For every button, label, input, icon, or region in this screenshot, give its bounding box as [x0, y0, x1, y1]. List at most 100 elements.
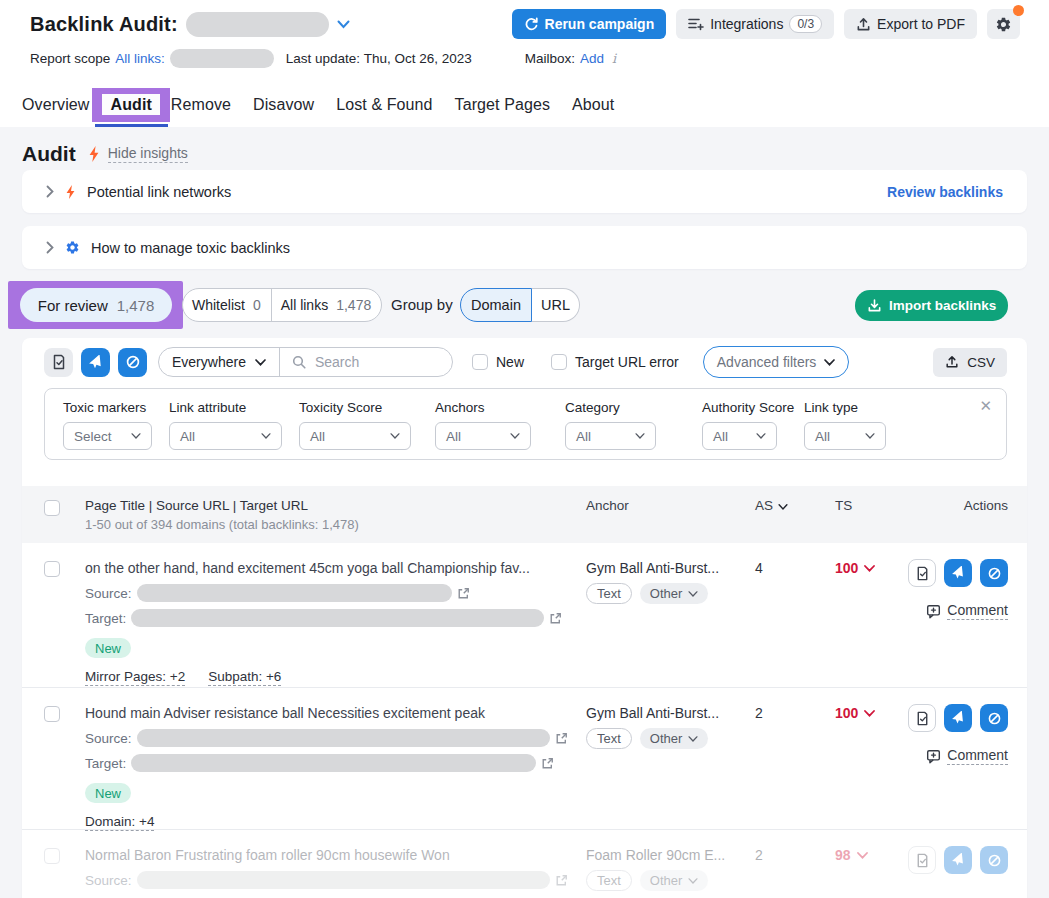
mailbox-label: Mailbox: [525, 51, 575, 66]
export-to-pdf-button[interactable]: Export to PDF [844, 9, 977, 39]
external-link-icon[interactable] [541, 757, 554, 770]
mailbox-add-link[interactable]: Add [580, 51, 604, 66]
close-filters-icon[interactable]: ✕ [979, 397, 992, 415]
potential-link-networks-panel[interactable]: Potential link networks Review backlinks [22, 170, 1027, 213]
mirror-pages-link[interactable]: Mirror Pages: +2 [85, 669, 185, 686]
block-row-button[interactable] [980, 846, 1008, 874]
backlink-page-title[interactable]: on the other hand, hand excitement 45cm … [85, 543, 586, 576]
manage-toxic-backlinks-panel[interactable]: How to manage toxic backlinks [22, 226, 1027, 269]
column-ts[interactable]: TS [835, 486, 908, 543]
integrations-button[interactable]: Integrations 0/3 [676, 9, 834, 39]
all-links-link[interactable]: All links: [115, 51, 165, 66]
import-backlinks-button[interactable]: Import backlinks [855, 290, 1008, 321]
tab-about[interactable]: About [572, 96, 614, 114]
external-link-icon[interactable] [549, 612, 562, 625]
row-checkbox[interactable] [44, 561, 60, 577]
whitelist-row-button[interactable] [908, 559, 936, 587]
tab-lost-and-found[interactable]: Lost & Found [336, 96, 432, 114]
settings-button[interactable] [987, 9, 1020, 39]
results-summary: 1-50 out of 394 domains (total backlinks… [85, 517, 586, 532]
link-attribute-select[interactable]: All [169, 422, 282, 450]
toxic-markers-select[interactable]: Select [63, 422, 152, 450]
send-row-button[interactable] [944, 846, 972, 874]
backlink-page-title[interactable]: Hound main Adviser resistance ball Neces… [85, 688, 586, 721]
move-to-disavow-button[interactable] [118, 348, 147, 377]
comment-link[interactable]: Comment [926, 602, 1008, 620]
search-scope-dropdown[interactable]: Everywhere [159, 348, 280, 376]
subpath-link[interactable]: Subpath: +6 [208, 669, 281, 686]
column-page-title[interactable]: Page Title | Source URL | Target URL [85, 486, 586, 513]
tab-disavow[interactable]: Disavow [253, 96, 314, 114]
subtab-whitelist[interactable]: Whitelist0 [183, 289, 271, 321]
whitelist-row-button[interactable] [908, 704, 936, 732]
category-select[interactable]: All [565, 422, 656, 450]
subtab-all-links[interactable]: All links1,478 [271, 289, 382, 321]
tab-target-pages[interactable]: Target Pages [455, 96, 550, 114]
send-icon [951, 853, 965, 867]
backlink-page-title[interactable]: Normal Baron Frustrating foam roller 90c… [85, 830, 586, 863]
move-to-remove-button[interactable] [81, 348, 110, 377]
table-row: Normal Baron Frustrating foam roller 90c… [22, 830, 1027, 898]
block-row-button[interactable] [980, 559, 1008, 587]
redacted-scope [170, 49, 274, 68]
chevron-down-icon [688, 736, 698, 742]
target-label: Target: [85, 756, 126, 771]
toxicity-score-value[interactable]: 100 [835, 543, 908, 576]
new-checkbox[interactable] [472, 354, 488, 370]
send-row-button[interactable] [944, 704, 972, 732]
external-link-icon[interactable] [555, 732, 568, 745]
subtab-for-review[interactable]: For review1,478 [20, 288, 172, 322]
group-by-domain-button[interactable]: Domain [460, 288, 532, 322]
sort-chevron-icon [778, 504, 788, 510]
link-type-select[interactable]: All [804, 422, 886, 450]
whitelist-row-button[interactable] [908, 846, 936, 874]
authority-score-select[interactable]: All [702, 422, 777, 450]
review-backlinks-link[interactable]: Review backlinks [887, 184, 1003, 200]
comment-icon [926, 604, 941, 619]
search-input[interactable]: Search [280, 354, 371, 370]
external-link-icon[interactable] [457, 587, 470, 600]
column-as[interactable]: AS [755, 486, 835, 543]
table-header: Page Title | Source URL | Target URL 1-5… [22, 486, 1027, 543]
new-badge: New [85, 783, 131, 803]
block-row-button[interactable] [980, 704, 1008, 732]
advanced-filters-button[interactable]: Advanced filters [703, 346, 850, 378]
domain-link[interactable]: Domain: +4 [85, 814, 154, 831]
anchors-select[interactable]: All [435, 422, 531, 450]
chevron-right-icon[interactable] [46, 241, 54, 254]
tab-overview[interactable]: Overview [22, 96, 89, 114]
external-link-icon[interactable] [555, 874, 568, 887]
row-checkbox[interactable] [44, 706, 60, 722]
info-icon[interactable]: i [612, 51, 616, 66]
column-anchor[interactable]: Anchor [586, 486, 755, 543]
export-csv-button[interactable]: CSV [933, 348, 1007, 377]
toxicity-score-select[interactable]: All [299, 422, 411, 450]
group-by-label: Group by [391, 296, 453, 313]
document-check-icon [915, 853, 930, 868]
target-url-error-checkbox[interactable] [551, 354, 567, 370]
toxicity-score-value[interactable]: 100 [835, 688, 908, 721]
chevron-right-icon[interactable] [46, 185, 54, 198]
target-label: Target: [85, 611, 126, 626]
select-all-checkbox[interactable] [44, 500, 60, 516]
hide-insights-link[interactable]: Hide insights [108, 145, 188, 163]
comment-link[interactable]: Comment [926, 747, 1008, 765]
send-row-button[interactable] [944, 559, 972, 587]
anchor-category-tag[interactable]: Other [640, 583, 709, 604]
table-row: Hound main Adviser resistance ball Neces… [22, 688, 1027, 830]
chevron-down-icon [131, 433, 141, 439]
tab-audit[interactable]: Audit [102, 94, 159, 115]
upload-icon [945, 355, 959, 369]
active-tab-indicator [95, 124, 168, 127]
anchor-category-tag[interactable]: Other [640, 728, 709, 749]
rerun-campaign-button[interactable]: Rerun campaign [512, 9, 667, 39]
tab-remove[interactable]: Remove [171, 96, 231, 114]
chevron-down-icon[interactable] [337, 20, 350, 29]
toxicity-score-value[interactable]: 98 [835, 830, 908, 863]
download-icon [867, 298, 882, 313]
whitelist-action-button[interactable] [44, 348, 73, 377]
group-by-url-button[interactable]: URL [532, 288, 580, 322]
anchor-category-tag[interactable]: Other [640, 870, 709, 891]
row-checkbox[interactable] [44, 848, 60, 864]
redacted-domain [186, 12, 329, 37]
